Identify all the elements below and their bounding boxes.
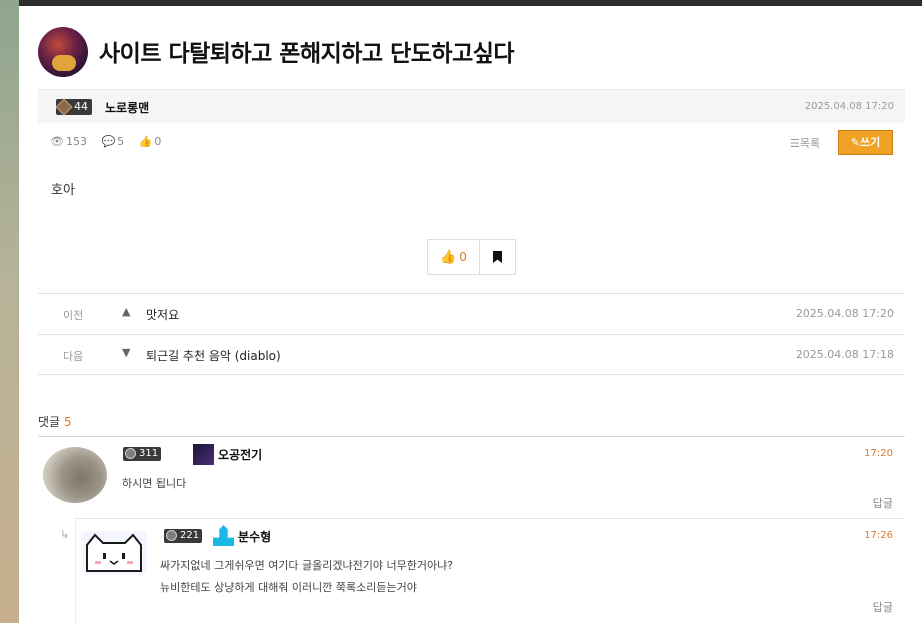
prev-post-title[interactable]: 맛저요 xyxy=(146,306,179,323)
reply-button[interactable]: 답글 xyxy=(873,495,893,511)
bookmark-button[interactable] xyxy=(480,240,515,274)
page-left-edge xyxy=(0,0,19,623)
list-icon: ☰ xyxy=(790,137,800,150)
next-post-title[interactable]: 퇴근길 추천 음악 (diablo) xyxy=(146,347,281,364)
commenter-name[interactable]: 분수형 xyxy=(238,528,271,545)
speech-bubble-icon: 💬 xyxy=(101,135,116,148)
reply-button[interactable]: 답글 xyxy=(873,599,893,615)
vote-box: 👍 0 xyxy=(427,239,516,275)
pencil-icon: ✎ xyxy=(850,136,860,149)
post-stats: 👁 153 💬 5 👍 0 xyxy=(50,135,172,148)
like-button[interactable]: 👍 0 xyxy=(428,240,480,274)
list-button[interactable]: ☰목록 xyxy=(790,135,820,151)
comment-time: 17:26 xyxy=(864,530,893,541)
comments-header: 댓글 5 xyxy=(38,415,72,429)
next-post-row[interactable]: 다음 ▼ 퇴근길 추천 음악 (diablo) 2025.04.08 17:18 xyxy=(38,334,905,375)
eye-icon: 👁 xyxy=(50,135,64,148)
commenter-level-badge: 221 xyxy=(164,529,203,543)
prev-post-date: 2025.04.08 17:20 xyxy=(795,307,894,320)
comment-time: 17:20 xyxy=(864,448,893,459)
thumbs-up-icon: 👍 xyxy=(440,249,457,265)
avatar[interactable] xyxy=(43,447,107,503)
like-count: 👍 0 xyxy=(138,135,162,148)
level-gem-icon xyxy=(55,98,73,116)
cat-face-icon xyxy=(86,533,142,572)
level-gem-icon xyxy=(125,448,136,459)
next-label: 다음 xyxy=(63,350,84,363)
post-body: 호아 xyxy=(51,183,75,198)
commenter-name[interactable]: 오공전기 xyxy=(218,446,262,463)
bookmark-icon xyxy=(493,251,502,263)
like-button-count: 0 xyxy=(459,250,467,264)
chevron-down-icon: ▼ xyxy=(122,346,131,359)
prev-label: 이전 xyxy=(63,309,84,322)
avatar-decoration xyxy=(52,55,76,71)
author-level-badge: 44 xyxy=(55,98,92,116)
post-page: 사이트 다탈퇴하고 폰해지하고 단도하고싶다 44 노로롱맨 2025.04.0… xyxy=(19,6,922,623)
comment-text-line: 싸가지없네 그게쉬우면 여기다 글올리겠냐전기야 너무한거아냐? xyxy=(160,559,454,572)
comment-item: 221 분수형 17:26 싸가지없네 그게쉬우면 여기다 글올리겠냐전기야 너… xyxy=(38,519,905,623)
nav-divider xyxy=(38,374,905,375)
post-avatar xyxy=(38,27,88,77)
level-gem-icon xyxy=(166,530,177,541)
thumbs-up-icon: 👍 xyxy=(138,135,153,148)
author-bar: 44 노로롱맨 2025.04.08 17:20 xyxy=(38,89,905,123)
author-name[interactable]: 노로롱맨 xyxy=(105,99,149,116)
chevron-up-icon: ▲ xyxy=(122,305,131,318)
prev-post-row[interactable]: 이전 ▲ 맛저요 2025.04.08 17:20 xyxy=(38,293,905,334)
author-level: 44 xyxy=(74,100,88,113)
fountain-icon xyxy=(213,525,234,546)
view-count: 👁 153 xyxy=(50,135,87,148)
comment-text-line: 뉴비한테도 상냥하게 대해줘 이러니깐 쭉록소리듣는거야 xyxy=(160,581,417,594)
comment-text: 하시면 됩니다 xyxy=(122,477,187,490)
next-post-date: 2025.04.08 17:18 xyxy=(795,348,894,361)
commenter-level-badge: 311 xyxy=(123,447,162,461)
avatar[interactable] xyxy=(81,531,147,575)
post-date: 2025.04.08 17:20 xyxy=(804,101,894,112)
comment-item: 311 오공전기 17:20 하시면 됩니다 답글 xyxy=(38,437,905,517)
comment-count: 💬 5 xyxy=(101,135,125,148)
member-icon xyxy=(193,444,214,465)
write-button[interactable]: ✎쓰기 xyxy=(838,130,893,155)
post-title: 사이트 다탈퇴하고 폰해지하고 단도하고싶다 xyxy=(99,41,515,67)
comments-count: 5 xyxy=(63,415,72,429)
